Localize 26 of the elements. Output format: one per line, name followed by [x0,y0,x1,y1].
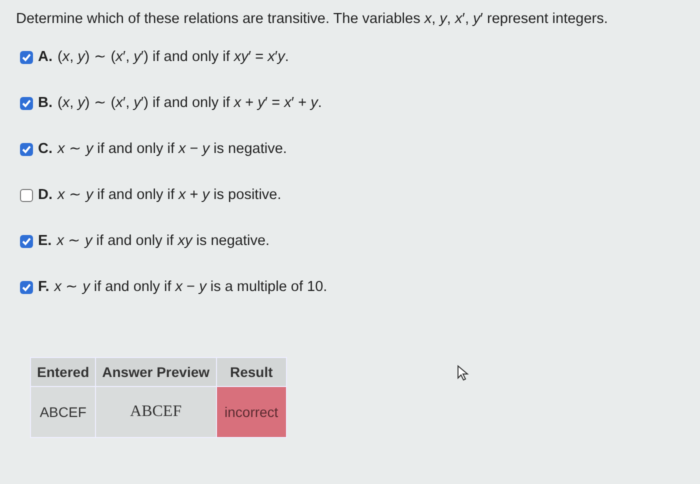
checkbox[interactable] [20,142,33,156]
question-text: Determine which of these relations are transitive. The variables x, y, x′, y′ represent integers. [16,10,609,29]
option-letter: D. [38,186,52,205]
option-text: x ∼ y if and only if xy is negative. [56,232,270,251]
table-cell: ABCEF [96,386,216,438]
checkbox[interactable] [20,96,33,110]
mouse-pointer-icon [457,365,470,381]
option-text: x ∼ y if and only if x − y is a multiple of 10. [54,278,328,297]
checkbox[interactable] [20,280,33,294]
checkbox[interactable] [20,188,33,202]
checkbox[interactable] [20,50,33,64]
column-header: Result [216,358,287,386]
option-letter: E. [38,232,52,251]
table-cell: ABCEF [30,386,96,438]
column-header: Entered [30,358,96,386]
column-header: Answer Preview [96,358,216,386]
checkbox[interactable] [20,234,33,248]
option-letter: C. [38,140,52,159]
option-text: x ∼ y if and only if x + y is positive. [58,186,282,205]
option-letter: B. [38,94,52,113]
option-letter: A. [38,48,52,67]
option-text: (x, y) ∼ (x′, y′) if and only if x + y′ = x′ + y. [58,94,322,113]
option-text: x ∼ y if and only if x − y is negative. [58,140,287,159]
table-cell: incorrect [216,386,287,438]
option-text: (x, y) ∼ (x′, y′) if and only if xy′ = x′y. [58,48,289,67]
option-letter: F. [38,278,50,297]
